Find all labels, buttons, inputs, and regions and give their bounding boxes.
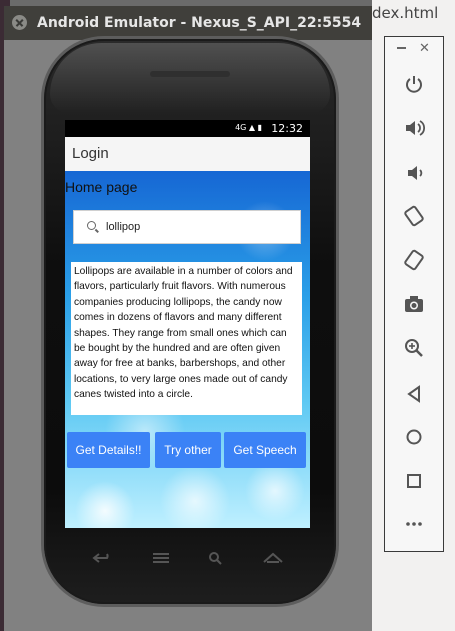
editor-tab-text[interactable]: dex.html <box>372 4 438 22</box>
phone-nav-bar <box>70 540 310 580</box>
phone-shine <box>50 43 330 113</box>
signal-label: 4G <box>235 123 247 132</box>
back-icon[interactable] <box>399 379 429 409</box>
description-text: Lollipops are available in a number of c… <box>71 262 302 415</box>
close-window-button[interactable] <box>12 14 27 30</box>
get-speech-button[interactable]: Get Speech <box>224 432 306 468</box>
zoom-icon[interactable] <box>399 333 429 363</box>
rotate-left-icon[interactable] <box>399 201 429 231</box>
get-details-button[interactable]: Get Details!! <box>67 432 150 468</box>
button-row: Get Details!! Try other Get Speech <box>67 432 310 468</box>
app-bar-title: Login <box>72 145 109 162</box>
volume-down-icon[interactable] <box>399 158 429 188</box>
volume-up-icon[interactable] <box>399 113 429 143</box>
close-icon[interactable]: ✕ <box>419 41 430 56</box>
status-bar: 4G ▲ ▮ 12:32 <box>65 120 310 137</box>
menu-icon[interactable] <box>148 548 174 568</box>
status-icons: 4G ▲ ▮ <box>235 123 262 132</box>
try-other-button[interactable]: Try other <box>155 432 221 468</box>
rotate-right-icon[interactable] <box>399 245 429 275</box>
status-time: 12:32 <box>271 122 303 135</box>
power-icon[interactable] <box>399 69 429 99</box>
home-icon[interactable] <box>399 422 429 452</box>
app-bar: Login <box>65 137 310 171</box>
search-icon[interactable] <box>203 548 229 568</box>
search-box[interactable] <box>73 210 301 244</box>
more-icon[interactable] <box>399 509 429 539</box>
window-title: Android Emulator - Nexus_S_API_22:5554 <box>37 15 362 31</box>
camera-icon[interactable] <box>399 289 429 319</box>
minimize-icon[interactable] <box>397 47 406 49</box>
search-input[interactable] <box>106 218 286 236</box>
home-icon[interactable] <box>260 548 286 568</box>
emulator-toolbar: ✕ <box>384 36 444 552</box>
window-titlebar: Android Emulator - Nexus_S_API_22:5554 <box>4 6 372 40</box>
phone-screen: 4G ▲ ▮ 12:32 Login Home page Lollipops a… <box>65 120 310 528</box>
toolbar-header: ✕ <box>385 41 443 59</box>
app-content: Home page Lollipops are available in a n… <box>65 171 310 528</box>
search-icon <box>87 221 96 230</box>
page-title: Home page <box>65 179 138 195</box>
back-icon[interactable] <box>90 548 116 568</box>
overview-icon[interactable] <box>399 466 429 496</box>
phone-speaker <box>150 71 230 77</box>
